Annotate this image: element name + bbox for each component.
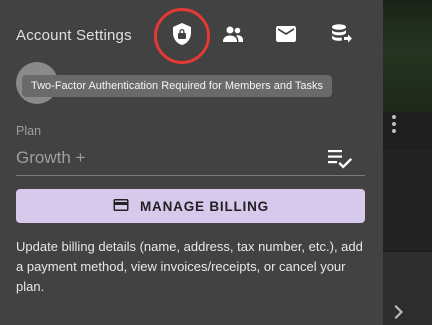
background-card [383,150,432,250]
shield-lock-icon [170,22,194,51]
plan-label: Plan [16,124,42,138]
panel-title: Account Settings [16,27,132,44]
background-card-bottom [383,252,432,325]
data-transfer-tab[interactable] [323,18,359,54]
billing-description: Update billing details (name, address, t… [16,239,363,294]
chevron-right-icon[interactable] [392,303,406,321]
security-tab[interactable] [154,8,210,64]
credit-card-icon [112,196,130,217]
database-transfer-icon [329,22,353,51]
list-check-icon[interactable] [327,147,353,169]
plan-field[interactable]: Growth + [16,148,85,168]
more-vert-icon[interactable] [388,112,400,136]
plan-field-underline [16,175,365,176]
mail-icon [274,22,298,51]
email-tab[interactable] [268,18,304,54]
people-icon [221,22,245,51]
manage-billing-button[interactable]: MANAGE BILLING [16,189,365,223]
account-settings-panel: Account Settings Two-Factor Authenticati… [0,0,383,325]
background-image [383,0,432,112]
manage-billing-label: MANAGE BILLING [140,198,269,214]
two-factor-tooltip: Two-Factor Authentication Required for M… [22,75,333,97]
members-tab[interactable] [215,18,251,54]
